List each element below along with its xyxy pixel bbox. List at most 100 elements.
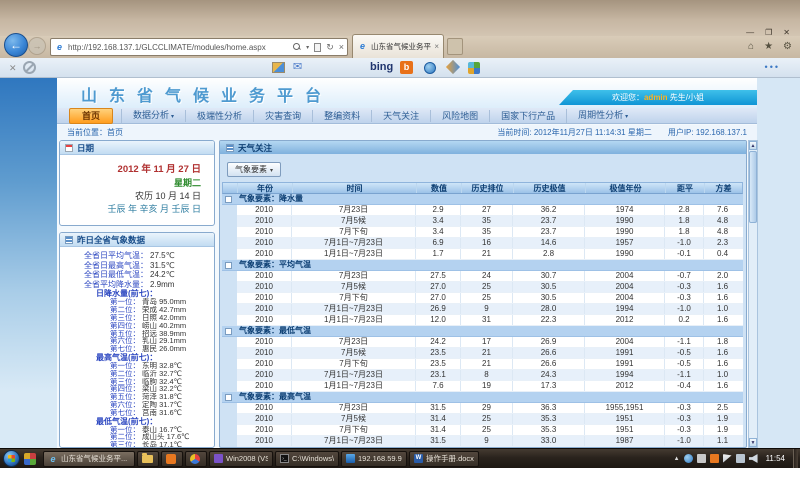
bing-logo[interactable]: bing: [370, 61, 393, 73]
group-checkbox[interactable]: [225, 394, 232, 401]
group-checkbox[interactable]: [225, 328, 232, 335]
group-row[interactable]: 气象要素：最低气温: [222, 326, 743, 337]
hidden-icons-chevron-icon[interactable]: ▲: [674, 456, 680, 462]
taskbar-button-explorer[interactable]: [137, 451, 159, 467]
search-dropdown-icon[interactable]: ▾: [306, 44, 309, 51]
calendar-lunar-date: 农历 10 月 14 日: [60, 190, 201, 203]
table-row[interactable]: 20101月1日~7月23日7.61917.32012-0.41.6: [237, 381, 743, 392]
stop-icon[interactable]: ×: [339, 42, 344, 52]
table-row[interactable]: 20107月下旬3.43523.719901.84.8: [237, 227, 743, 238]
action-center-icon[interactable]: [723, 454, 732, 463]
search-icon[interactable]: [293, 43, 301, 51]
page-scrollbar[interactable]: ▲ ▼: [748, 140, 758, 448]
browser-tab[interactable]: e 山东省气候业务平... ×: [352, 34, 444, 58]
new-tab-button[interactable]: [447, 38, 463, 55]
ime-icon[interactable]: [684, 454, 693, 463]
compatibility-view-icon[interactable]: [314, 43, 321, 52]
taskbar-button-word[interactable]: W 操作手册.docx ...: [409, 451, 479, 467]
show-desktop-button[interactable]: [793, 449, 798, 469]
security-icon[interactable]: [697, 454, 706, 463]
tools-gear-icon[interactable]: ⚙: [783, 39, 792, 55]
table-row[interactable]: 20101月1日~7月23日1.7212.81990-0.10.4: [237, 249, 743, 260]
table-row[interactable]: 20107月23日31.52936.31955,1951-0.32.5: [237, 403, 743, 414]
minimize-button[interactable]: —: [746, 29, 754, 37]
tab-close-icon[interactable]: ×: [434, 42, 439, 51]
sparkle-icon[interactable]: [446, 60, 460, 74]
nav-item-data-analysis[interactable]: 数据分析▾: [121, 109, 185, 123]
scroll-down-icon[interactable]: ▼: [749, 438, 757, 447]
table-cell: 1.1: [704, 436, 741, 446]
foxmail-icon[interactable]: [710, 454, 719, 463]
scroll-thumb[interactable]: [749, 151, 757, 223]
table-cell: 31.5: [416, 436, 461, 446]
element-filter-button[interactable]: 气象要素▾: [227, 162, 281, 177]
nav-item-disaster-query[interactable]: 灾害查询: [253, 110, 312, 122]
group-checkbox[interactable]: [225, 196, 232, 203]
table-row[interactable]: 20107月下旬31.42535.31951-0.31.9: [237, 425, 743, 436]
nav-item-periodic-analysis[interactable]: 周期性分析▾: [566, 109, 639, 123]
network-icon[interactable]: [736, 454, 745, 463]
taskbar-button-cmd[interactable]: ›_ C:\Windows\s...: [275, 451, 339, 467]
table-cell: 2012: [585, 381, 665, 391]
table-row[interactable]: 20107月23日24.21726.92004-1.11.8: [237, 337, 743, 348]
refresh-icon[interactable]: ↻: [326, 42, 334, 53]
table-row[interactable]: 20107月23日27.52430.72004-0.72.0: [237, 271, 743, 282]
messenger-icon[interactable]: [424, 62, 436, 74]
table-row[interactable]: 20107月5候23.52126.61991-0.51.6: [237, 348, 743, 359]
nav-item-weather-watch[interactable]: 天气关注: [371, 110, 430, 122]
table-cell: 7月23日: [292, 403, 416, 413]
nav-item-risk-map[interactable]: 风险地图: [430, 110, 489, 122]
table-cell: 24.2: [416, 337, 461, 347]
group-row[interactable]: 气象要素：平均气温: [222, 260, 743, 271]
weather-data-line: 第二位：荣成 42.7mm: [60, 306, 214, 314]
nav-item-compiled-data[interactable]: 整编资料: [312, 110, 371, 122]
close-button[interactable]: ✕: [783, 29, 790, 37]
scroll-up-icon[interactable]: ▲: [749, 141, 757, 150]
table-row[interactable]: 20107月5候3.43523.719901.84.8: [237, 216, 743, 227]
blocked-content-icon[interactable]: [23, 61, 36, 74]
taskbar-button-app2[interactable]: [161, 451, 183, 467]
gallery-icon[interactable]: [272, 62, 285, 73]
toolbar-close-icon[interactable]: ✕: [9, 63, 17, 73]
nav-item-home[interactable]: 首页: [69, 108, 113, 124]
table-row[interactable]: 20107月23日2.92736.219742.87.6: [237, 205, 743, 216]
apps-icon[interactable]: [468, 62, 480, 74]
table-row[interactable]: 20107月1日~7月23日26.9928.01994-1.01.0: [237, 304, 743, 315]
nav-item-extreme-analysis[interactable]: 极端性分析: [185, 110, 253, 122]
weather-panel-header: 昨日全省气象数据: [60, 233, 214, 247]
start-button[interactable]: [3, 450, 20, 467]
pinned-app-icon[interactable]: [24, 453, 36, 465]
nav-item-national-products[interactable]: 国家下行产品: [489, 110, 566, 122]
table-row[interactable]: 20107月1日~7月23日6.91614.61957-1.02.3: [237, 238, 743, 249]
favorites-star-icon[interactable]: ★: [764, 39, 773, 55]
header-cell: [223, 183, 238, 193]
table-cell: 7月5候: [292, 414, 416, 424]
table-row[interactable]: 20107月1日~7月23日31.5933.01987-1.01.1: [237, 436, 743, 447]
address-bar[interactable]: e http://192.168.137.1/GLCCLIMATE/module…: [50, 38, 348, 56]
table-row[interactable]: 20107月5候31.42535.31951-0.31.9: [237, 414, 743, 425]
weather-watch-header: 天气关注: [220, 141, 746, 154]
table-row[interactable]: 20107月5候27.02530.52004-0.31.6: [237, 282, 743, 293]
bing-badge-icon[interactable]: b: [400, 61, 413, 74]
table-row[interactable]: 20101月1日~7月23日12.03122.320120.21.6: [237, 315, 743, 326]
group-row[interactable]: 气象要素：降水量: [222, 194, 743, 205]
forward-button[interactable]: →: [28, 37, 46, 55]
toolbar-overflow-icon[interactable]: •••: [765, 62, 780, 72]
home-icon[interactable]: ⌂: [748, 39, 754, 55]
mail-icon[interactable]: ✉: [293, 60, 302, 73]
maximize-button[interactable]: ❐: [765, 29, 772, 37]
table-row[interactable]: 20107月1日~7月23日23.1824.31994-1.11.0: [237, 370, 743, 381]
taskbar-button-ie[interactable]: e 山东省气候业务平...: [43, 451, 135, 467]
taskbar-button-rdp[interactable]: 192.168.59.99...: [341, 451, 407, 467]
group-checkbox[interactable]: [225, 262, 232, 269]
table-cell: 1957: [585, 238, 665, 248]
table-row[interactable]: 20107月下旬23.52126.61991-0.51.6: [237, 359, 743, 370]
url-text[interactable]: http://192.168.137.1/GLCCLIMATE/modules/…: [65, 43, 293, 52]
taskbar-button-vm[interactable]: Win2008 (VS2...: [209, 451, 273, 467]
group-row[interactable]: 气象要素：最高气温: [222, 392, 743, 403]
volume-icon[interactable]: [749, 454, 758, 463]
table-row[interactable]: 20107月下旬27.02530.52004-0.31.6: [237, 293, 743, 304]
back-button[interactable]: ←: [4, 33, 28, 57]
taskbar-button-app3[interactable]: [185, 451, 207, 467]
table-cell: -0.7: [665, 271, 704, 281]
